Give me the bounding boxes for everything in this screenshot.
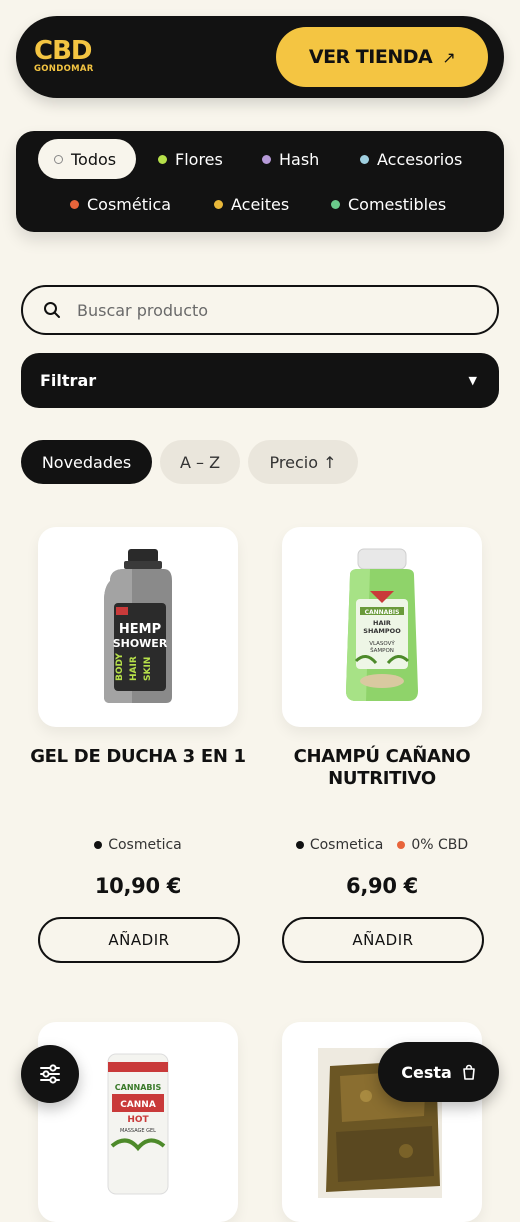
sort-label: Novedades xyxy=(41,452,132,472)
logo-line1: CBD xyxy=(34,36,92,66)
product-price: 6,90 € xyxy=(346,874,418,898)
logo[interactable]: CBD GONDOMAR xyxy=(34,38,94,78)
product-title[interactable]: GEL DE DUCHA 3 EN 1 xyxy=(28,746,248,768)
filters-fab-button[interactable] xyxy=(21,1045,79,1103)
category-dot xyxy=(214,199,223,209)
product-title[interactable]: CHAMPÚ CAÑANO NUTRITIVO xyxy=(272,746,492,790)
tag-dot xyxy=(295,841,304,849)
svg-text:CANNA: CANNA xyxy=(120,1100,156,1110)
category-dot xyxy=(158,154,167,164)
category-accesorios[interactable]: Accesorios xyxy=(360,139,462,179)
svg-text:SKIN: SKIN xyxy=(143,657,153,681)
category-dot xyxy=(360,154,369,164)
category-label: Comestibles xyxy=(348,194,447,214)
filter-label: Filtrar xyxy=(40,371,97,390)
sort-price[interactable]: Precio ↑ xyxy=(248,440,358,484)
sliders-icon xyxy=(40,1064,60,1084)
cart-button[interactable]: Cesta xyxy=(378,1042,499,1102)
tag-label: 0% CBD xyxy=(411,837,469,853)
svg-text:BODY: BODY xyxy=(115,653,125,681)
svg-text:HOT: HOT xyxy=(127,1115,149,1125)
add-to-cart-button[interactable]: AÑADIR xyxy=(38,917,240,963)
product-tag: Cosmetica xyxy=(295,837,384,853)
svg-text:HEMP: HEMP xyxy=(119,622,161,637)
search-input[interactable] xyxy=(75,299,459,321)
sort-label: A – Z xyxy=(179,452,221,472)
search-icon xyxy=(44,302,60,318)
search-box xyxy=(21,285,499,335)
product-image-card[interactable]: HEMP SHOWER BODY HAIR SKIN xyxy=(38,527,238,727)
cannabis-hair-shampoo-bottle: CANNABIS HAIR SHAMPOO VLASOVÝ ŠAMPON xyxy=(296,541,468,713)
category-cosmetica[interactable]: Cosmética xyxy=(70,184,171,224)
category-label: Accesorios xyxy=(377,149,463,169)
category-label: Hash xyxy=(279,149,320,169)
category-comestibles[interactable]: Comestibles xyxy=(331,184,446,224)
svg-text:MASSAGE GEL: MASSAGE GEL xyxy=(120,1128,156,1134)
category-filter-bar: Todos Flores Hash Accesorios Cosmética A… xyxy=(16,131,504,232)
arrow-up-right-icon: ↗ xyxy=(442,47,456,67)
svg-text:CANNABIS: CANNABIS xyxy=(365,609,400,616)
product-price: 10,90 € xyxy=(94,874,182,898)
category-dot xyxy=(262,154,271,164)
category-label: Todos xyxy=(71,149,117,169)
svg-text:SHOWER: SHOWER xyxy=(113,637,168,650)
hemp-shower-gel-bottle: HEMP SHOWER BODY HAIR SKIN xyxy=(52,541,224,713)
category-aceites[interactable]: Aceites xyxy=(214,184,289,224)
sort-label: Precio ↑ xyxy=(269,452,337,472)
svg-text:CANNABIS: CANNABIS xyxy=(115,1083,162,1092)
category-dot xyxy=(54,154,63,164)
tag-dot xyxy=(94,841,103,849)
product-tags: Cosmetica xyxy=(28,837,248,853)
view-shop-button[interactable]: VER TIENDA ↗ xyxy=(276,27,488,87)
svg-text:HAIR: HAIR xyxy=(129,656,139,681)
tag-label: Cosmetica xyxy=(108,837,182,853)
category-flores[interactable]: Flores xyxy=(158,139,223,179)
chevron-down-icon: ▼ xyxy=(468,374,477,387)
svg-text:HAIR: HAIR xyxy=(373,619,391,627)
sort-novedades[interactable]: Novedades xyxy=(21,440,152,484)
cannabis-hot-massage-gel-tube: CANNABIS CANNA HOT MASSAGE GEL xyxy=(52,1036,224,1208)
product-tag: 0% CBD xyxy=(397,837,468,853)
svg-text:ŠAMPON: ŠAMPON xyxy=(370,647,394,654)
sort-az[interactable]: A – Z xyxy=(160,440,240,484)
category-hash[interactable]: Hash xyxy=(262,139,319,179)
tag-dot xyxy=(397,841,406,849)
bag-icon xyxy=(462,1064,475,1080)
svg-text:SHAMPOO: SHAMPOO xyxy=(363,627,401,635)
category-dot xyxy=(70,199,79,209)
category-label: Aceites xyxy=(231,194,290,214)
category-label: Cosmética xyxy=(87,194,172,214)
view-shop-label: VER TIENDA xyxy=(308,46,433,68)
svg-text:VLASOVÝ: VLASOVÝ xyxy=(369,640,395,647)
tag-label: Cosmetica xyxy=(309,837,384,853)
logo-line2: GONDOMAR xyxy=(34,64,94,74)
product-tag: Cosmetica xyxy=(94,837,182,853)
product-tags: Cosmetica 0% CBD xyxy=(272,837,492,853)
site-header: CBD GONDOMAR VER TIENDA ↗ xyxy=(16,16,504,98)
category-todos[interactable]: Todos xyxy=(38,139,137,179)
category-label: Flores xyxy=(175,149,223,169)
cart-label: Cesta xyxy=(401,1062,452,1082)
product-image-card[interactable]: CANNABIS HAIR SHAMPOO VLASOVÝ ŠAMPON xyxy=(282,527,482,727)
filter-dropdown[interactable]: Filtrar ▼ xyxy=(21,353,499,408)
category-dot xyxy=(331,199,340,209)
add-to-cart-button[interactable]: AÑADIR xyxy=(282,917,484,963)
